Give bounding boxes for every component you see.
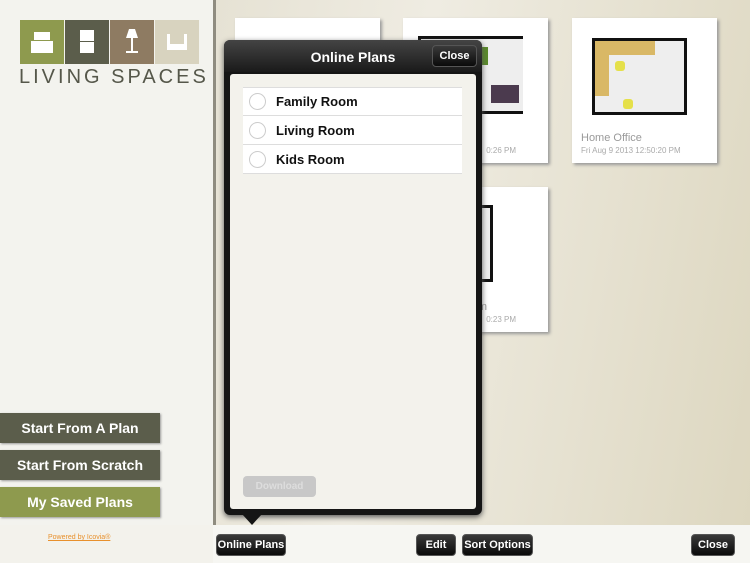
plan-card[interactable]: Home Office Fri Aug 9 2013 12:50:20 PM: [572, 18, 717, 163]
plan-date: 0:23 PM: [486, 315, 516, 324]
sort-options-button[interactable]: Sort Options: [462, 534, 533, 556]
bed-icon: [20, 20, 64, 64]
radio-button[interactable]: [249, 93, 266, 110]
start-from-scratch-button[interactable]: Start From Scratch: [0, 450, 160, 480]
my-saved-plans-button[interactable]: My Saved Plans: [0, 487, 160, 517]
plan-name: Home Office: [581, 132, 642, 144]
lamp-icon: [110, 20, 154, 64]
floorplan-thumbnail: [592, 38, 687, 115]
item-label: Kids Room: [276, 151, 345, 167]
chair-icon: [155, 20, 199, 64]
plans-list: Family Room Living Room Kids Room Downlo…: [230, 74, 476, 509]
logo-text: LIVING SPACES: [19, 66, 209, 88]
plan-date: Fri Aug 9 2013 12:50:20 PM: [581, 146, 681, 155]
list-item[interactable]: Kids Room: [243, 145, 462, 174]
close-button[interactable]: Close: [691, 534, 735, 556]
radio-button[interactable]: [249, 121, 266, 139]
popover-arrow: [242, 514, 262, 525]
sidebar: LIVING SPACES Start From A Plan Start Fr…: [0, 0, 213, 541]
list-item[interactable]: Family Room: [243, 87, 462, 116]
dresser-icon: [65, 20, 109, 64]
item-label: Family Room: [276, 94, 358, 109]
radio-button[interactable]: [249, 150, 266, 168]
online-plans-popover: Online Plans Close Family Room Living Ro…: [224, 40, 482, 515]
download-button[interactable]: Download: [243, 476, 316, 497]
powered-by-link[interactable]: Powered by Icovia®: [48, 534, 110, 541]
edit-button[interactable]: Edit: [416, 534, 456, 556]
plan-date: 0:26 PM: [486, 146, 516, 155]
online-plans-button[interactable]: Online Plans: [216, 534, 286, 556]
popover-close-button[interactable]: Close: [432, 45, 477, 67]
start-from-plan-button[interactable]: Start From A Plan: [0, 413, 160, 443]
item-label: Living Room: [276, 122, 355, 138]
list-item[interactable]: Living Room: [243, 116, 462, 145]
